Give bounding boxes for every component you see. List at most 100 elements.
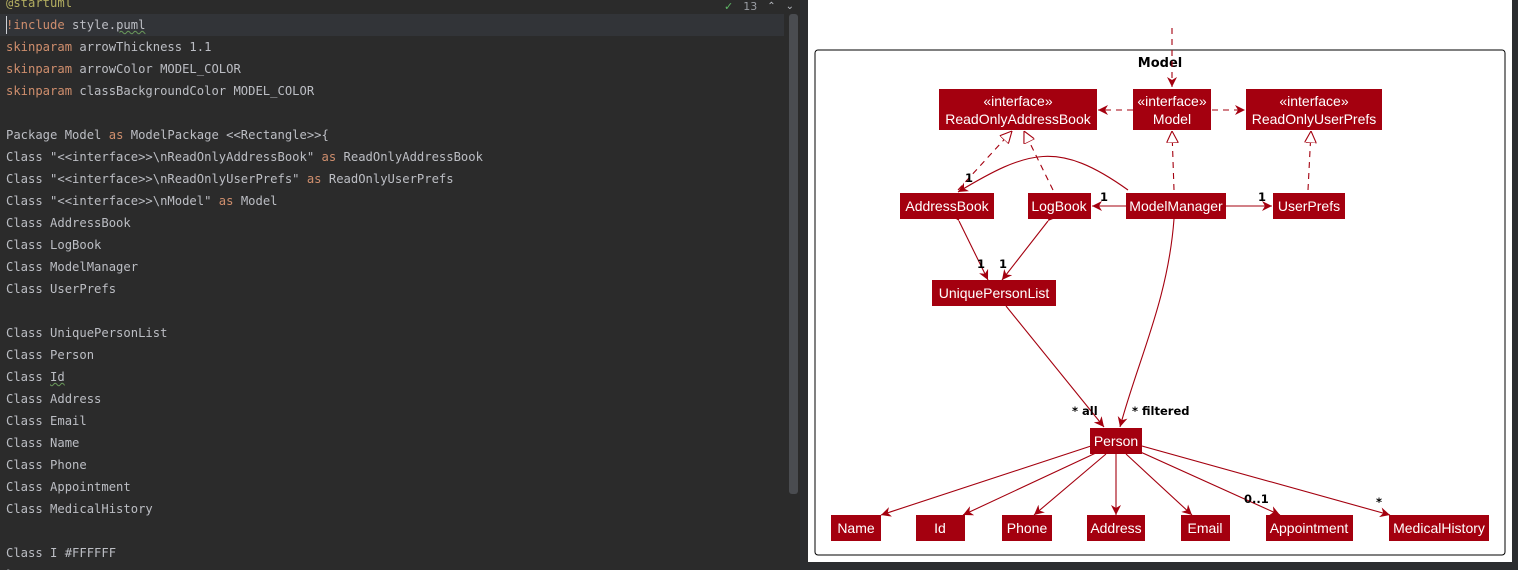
code-token: Class Phone: [6, 458, 87, 472]
lb-to-upl: [1001, 209, 1057, 281]
model-stereotype: «interface»: [1137, 93, 1206, 109]
code-token: ModelPackage <<Rectangle>>{: [130, 128, 329, 142]
person-to-id: [962, 445, 1111, 516]
class-uniquepersonlist: UniquePersonList: [932, 280, 1056, 306]
inspection-widget[interactable]: ✓ 13 ⌃ ⌄: [724, 0, 794, 13]
mult-up-from-mm: 1: [1258, 190, 1266, 204]
class-medicalhistory: MedicalHistory: [1389, 515, 1489, 541]
person-to-email: [1115, 444, 1193, 516]
code-token: Package Model: [6, 128, 109, 142]
next-highlight-icon[interactable]: ⌄: [786, 1, 794, 12]
previous-highlight-icon[interactable]: ⌃: [767, 1, 775, 12]
code-lines: @startuml !include style.puml skinparam ar…: [0, 0, 784, 570]
code-token: Class UniquePersonList: [6, 326, 168, 340]
code-line[interactable]: Class ModelManager: [0, 256, 784, 278]
appointment-class-label: Appointment: [1270, 520, 1349, 536]
code-line[interactable]: Package Model as ModelPackage <<Rectangl…: [0, 124, 784, 146]
editor-scrollbar[interactable]: [789, 14, 798, 494]
mm-to-person-filtered: [1117, 218, 1175, 428]
code-token: ReadOnlyAddressBook: [343, 150, 483, 164]
addressbook-name: AddressBook: [905, 198, 989, 214]
code-token: Class MedicalHistory: [6, 502, 153, 516]
code-token: Class Person: [6, 348, 95, 362]
code-token: Class LogBook: [6, 238, 102, 252]
roup-stereotype: «interface»: [1279, 93, 1348, 109]
code-token: Class "<<interface>>\nModel": [6, 194, 219, 208]
code-editor[interactable]: @startuml !include style.puml skinparam ar…: [0, 0, 800, 570]
userprefs-name: UserPrefs: [1278, 198, 1340, 214]
code-line[interactable]: Class "<<interface>>\nReadOnlyUserPrefs"…: [0, 168, 784, 190]
code-line[interactable]: skinparam arrowColor MODEL_COLOR: [0, 58, 784, 80]
code-line[interactable]: Class Email: [0, 410, 784, 432]
mult-appointment: 0..1: [1244, 492, 1269, 506]
code-line[interactable]: Class AddressBook: [0, 212, 784, 234]
class-readonlyuserprefs: «interface» ReadOnlyUserPrefs: [1246, 89, 1382, 130]
package-title: Model: [1138, 56, 1182, 71]
code-line[interactable]: Class Address: [0, 388, 784, 410]
mult-ab-from-mm: 1: [965, 171, 973, 185]
code-line[interactable]: Class "<<interface>>\nModel" as Model: [0, 190, 784, 212]
code-token: Class UserPrefs: [6, 282, 117, 296]
code-line[interactable]: Class LogBook: [0, 234, 784, 256]
mm-realizes-model: [1172, 131, 1174, 191]
code-line[interactable]: skinparam arrowThickness 1.1: [0, 36, 784, 58]
class-email: Email: [1181, 515, 1230, 541]
editor-scrollbar-thumb[interactable]: [789, 14, 798, 494]
name-class-label: Name: [837, 520, 875, 536]
email-class-label: Email: [1187, 520, 1222, 536]
up-realizes-roup: [1308, 131, 1311, 191]
code-line[interactable]: Class UserPrefs: [0, 278, 784, 300]
class-appointment: Appointment: [1266, 515, 1353, 541]
code-token: Class Name: [6, 436, 80, 450]
code-line[interactable]: Class UniquePersonList: [0, 322, 784, 344]
code-line[interactable]: [0, 520, 784, 542]
code-token: classBackgroundColor MODEL_COLOR: [79, 84, 315, 98]
class-modelmanager: ModelManager: [1126, 193, 1226, 219]
code-token: as: [108, 128, 131, 142]
code-line[interactable]: Class Appointment: [0, 476, 784, 498]
code-line[interactable]: Class Phone: [0, 454, 784, 476]
class-userprefs: UserPrefs: [1273, 193, 1345, 219]
code-line[interactable]: Class Id: [0, 366, 784, 388]
mult-person-all: * all: [1072, 404, 1098, 418]
code-line[interactable]: @startuml: [0, 0, 784, 14]
code-token: Class "<<interface>>\nReadOnlyUserPrefs": [6, 172, 307, 186]
class-phone: Phone: [1002, 515, 1052, 541]
ab-to-upl: [952, 208, 989, 281]
code-token: arrowColor MODEL_COLOR: [79, 62, 241, 76]
person-to-phone: [1033, 444, 1117, 516]
class-addressbook: AddressBook: [900, 193, 994, 219]
code-token: Class Appointment: [6, 480, 131, 494]
class-model: «interface» Model: [1133, 89, 1211, 130]
code-token: style.: [72, 18, 117, 32]
code-line[interactable]: Class Person: [0, 344, 784, 366]
uml-class-diagram: Model «interface» ReadOnlyAddressBook «i…: [814, 28, 1506, 556]
code-line[interactable]: [0, 102, 784, 124]
split-divider[interactable]: [800, 0, 808, 570]
model-name: Model: [1153, 111, 1191, 127]
mult-medicalhistory: *: [1376, 495, 1382, 509]
roab-stereotype: «interface»: [983, 93, 1052, 109]
code-token: Class: [6, 370, 51, 384]
code-line[interactable]: skinparam classBackgroundColor MODEL_COL…: [0, 80, 784, 102]
code-token: puml: [116, 18, 146, 32]
code-line[interactable]: Class "<<interface>>\nReadOnlyAddressBoo…: [0, 146, 784, 168]
class-readonlyaddressbook: «interface» ReadOnlyAddressBook: [939, 89, 1097, 130]
code-token: arrowThickness 1.1: [79, 40, 212, 54]
code-line[interactable]: !include style.puml: [0, 14, 784, 36]
code-line[interactable]: [0, 300, 784, 322]
code-token: Class AddressBook: [6, 216, 131, 230]
code-line[interactable]: Class I #FFFFFF: [0, 542, 784, 564]
code-line[interactable]: Class MedicalHistory: [0, 498, 784, 520]
code-line[interactable]: Class Name: [0, 432, 784, 454]
code-token: skinparam: [6, 40, 80, 54]
class-name: Name: [831, 515, 881, 541]
code-line[interactable]: }: [0, 564, 784, 570]
mult-lb-from-mm: 1: [1100, 190, 1108, 204]
inspection-count: 13: [743, 0, 758, 13]
class-logbook: LogBook: [1028, 193, 1091, 219]
phone-class-label: Phone: [1007, 520, 1048, 536]
code-token: Class Address: [6, 392, 102, 406]
preview-right-gutter: [1512, 0, 1518, 570]
inspection-check-icon: ✓: [724, 0, 734, 13]
